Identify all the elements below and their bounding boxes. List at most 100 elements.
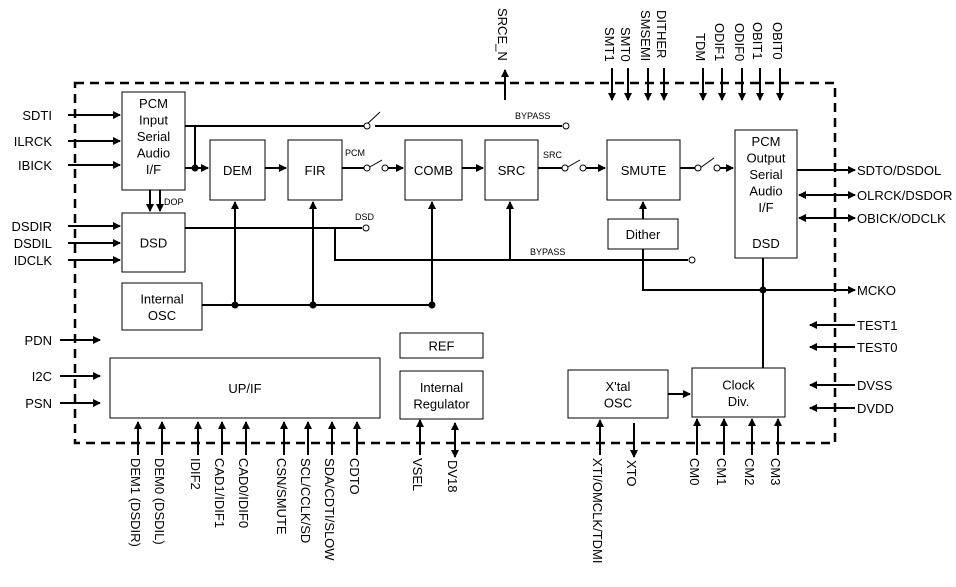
pin-label: SDTO/DSDOL [857, 163, 941, 178]
pin-label: CSN/SMUTE [274, 458, 289, 535]
block-dem: DEM [209, 139, 266, 201]
pin-pdn: PDN [25, 333, 101, 348]
pin-label: DSDIL [14, 236, 52, 251]
dop-label: DOP [164, 197, 184, 207]
block-label: OSC [604, 396, 632, 411]
block-label: I/F [758, 200, 773, 215]
block-fir: FIR [287, 139, 343, 201]
pin-dvdd: DVDD [809, 401, 894, 416]
pin-idclk: IDCLK [14, 253, 121, 268]
block-label: X'tal [606, 379, 631, 394]
pin-label: DITHER [654, 10, 669, 58]
block-comb: COMB [404, 139, 463, 201]
pin-label: PDN [25, 333, 52, 348]
pin-cm3: CM3 [768, 418, 783, 485]
pin-label: CM3 [768, 458, 783, 485]
pin-vsel: VSEL [410, 419, 425, 491]
block-label: SMUTE [621, 163, 667, 178]
pin-label: SMT1 [602, 27, 617, 62]
block-label: PCM [752, 134, 781, 149]
block-label: UP/IF [228, 381, 261, 396]
block-label: REF [429, 339, 455, 354]
pin-odif0: ODIF0 [732, 23, 747, 101]
pin-label: ILRCK [14, 134, 53, 149]
pin-label: VSEL [410, 458, 425, 491]
pin-label: DV18 [445, 460, 460, 493]
pin-i2c: I2C [32, 369, 101, 384]
pin-ibick: IBICK [18, 158, 121, 173]
pin-ilrck: ILRCK [14, 134, 121, 149]
block-regulator: Internal Regulator [399, 370, 484, 420]
pin-label: IDIF2 [188, 458, 203, 490]
pin-label: IBICK [18, 158, 52, 173]
pin-label: DSDIR [12, 219, 52, 234]
block-label: Output [746, 151, 785, 166]
block-label: Serial [749, 167, 782, 182]
bypass-label: BYPASS [530, 247, 565, 257]
block-label: COMB [414, 163, 453, 178]
block-label: SRC [498, 163, 525, 178]
src-label: SRC [543, 150, 563, 160]
pin-label: DEM1 (DSDIR) [128, 458, 143, 547]
pin-cdto: CDTO [347, 421, 362, 495]
block-upif: UP/IF [109, 357, 381, 419]
dsd-label: DSD [355, 212, 375, 222]
pin-obit0: OBIT0 [770, 22, 785, 101]
pin-test1: TEST1 [809, 318, 897, 333]
pin-dither: DITHER [654, 10, 669, 101]
block-label: Internal [420, 380, 463, 395]
pin-dsdil: DSDIL [14, 236, 121, 251]
pin-label: CAD0/IDIF0 [236, 458, 251, 528]
pin-dv18: DV18 [445, 422, 460, 493]
block-pcm_in: PCM InputSerial AudioI/F [121, 91, 186, 191]
block-smute: SMUTE [606, 139, 681, 201]
pin-csn-smute: CSN/SMUTE [274, 421, 289, 535]
block-label: I/F [146, 162, 161, 177]
pin-label: DVDD [857, 401, 894, 416]
pin-label: OLRCK/DSDOR [857, 188, 952, 203]
pin-obick-odclk: OBICK/ODCLK [798, 211, 946, 226]
pin-dsdir: DSDIR [12, 219, 121, 234]
block-label: OSC [148, 308, 176, 323]
block-label: DSD [140, 236, 167, 251]
block-label: DEM [223, 163, 252, 178]
pin-label: CM2 [742, 458, 757, 485]
pin-label: CM1 [714, 458, 729, 485]
pin-label: SDA/CDTI/SLOW [322, 458, 337, 561]
pin-xto: XTO [624, 423, 639, 487]
pin-label: TDM [693, 33, 708, 61]
pin-obit1: OBIT1 [750, 22, 765, 101]
pin-odif1: ODIF1 [712, 23, 727, 101]
pin-label: OBIT1 [750, 22, 765, 60]
block-label: Audio [749, 184, 782, 199]
pin-label: ODIF1 [712, 23, 727, 61]
pin-smt0: SMT0 [618, 27, 633, 101]
pin-cm1: CM1 [714, 418, 729, 485]
block-dither: Dither [607, 218, 679, 250]
pin-label: SDTI [22, 108, 52, 123]
pin-idif2: IDIF2 [188, 421, 203, 490]
pin-cm2: CM2 [742, 418, 757, 485]
pin-sdti: SDTI [22, 108, 121, 123]
pin-label: DEM0 (DSDIL) [152, 458, 167, 545]
pin-cad0-idif0: CAD0/IDIF0 [236, 421, 251, 528]
pin-cad1-idif1: CAD1/IDIF1 [212, 421, 227, 528]
pin-label: SMSEMI [638, 10, 653, 61]
block-osc: InternalOSC [121, 282, 203, 331]
block-label: Internal [140, 292, 183, 307]
pin-label: XTO [624, 460, 639, 487]
pin-xti-omclk-tdmi: XTI/OMCLK/TDMI [590, 419, 605, 563]
block-label: Clock [722, 378, 755, 393]
pin-label: PSN [25, 396, 52, 411]
pin-label: TEST1 [857, 318, 897, 333]
pin-label: DVSS [857, 378, 893, 393]
pin-label: IDCLK [14, 253, 53, 268]
block-label: Audio [137, 146, 170, 161]
pin-dem1-dsdir-: DEM1 (DSDIR) [128, 421, 143, 547]
pin-label: OBIT0 [770, 22, 785, 60]
pin-olrck-dsdor: OLRCK/DSDOR [798, 188, 952, 203]
pcm-label: PCM [345, 148, 365, 158]
pin-psn: PSN [25, 396, 101, 411]
block-label: FIR [305, 163, 326, 178]
pin-smsemi: SMSEMI [638, 10, 653, 101]
